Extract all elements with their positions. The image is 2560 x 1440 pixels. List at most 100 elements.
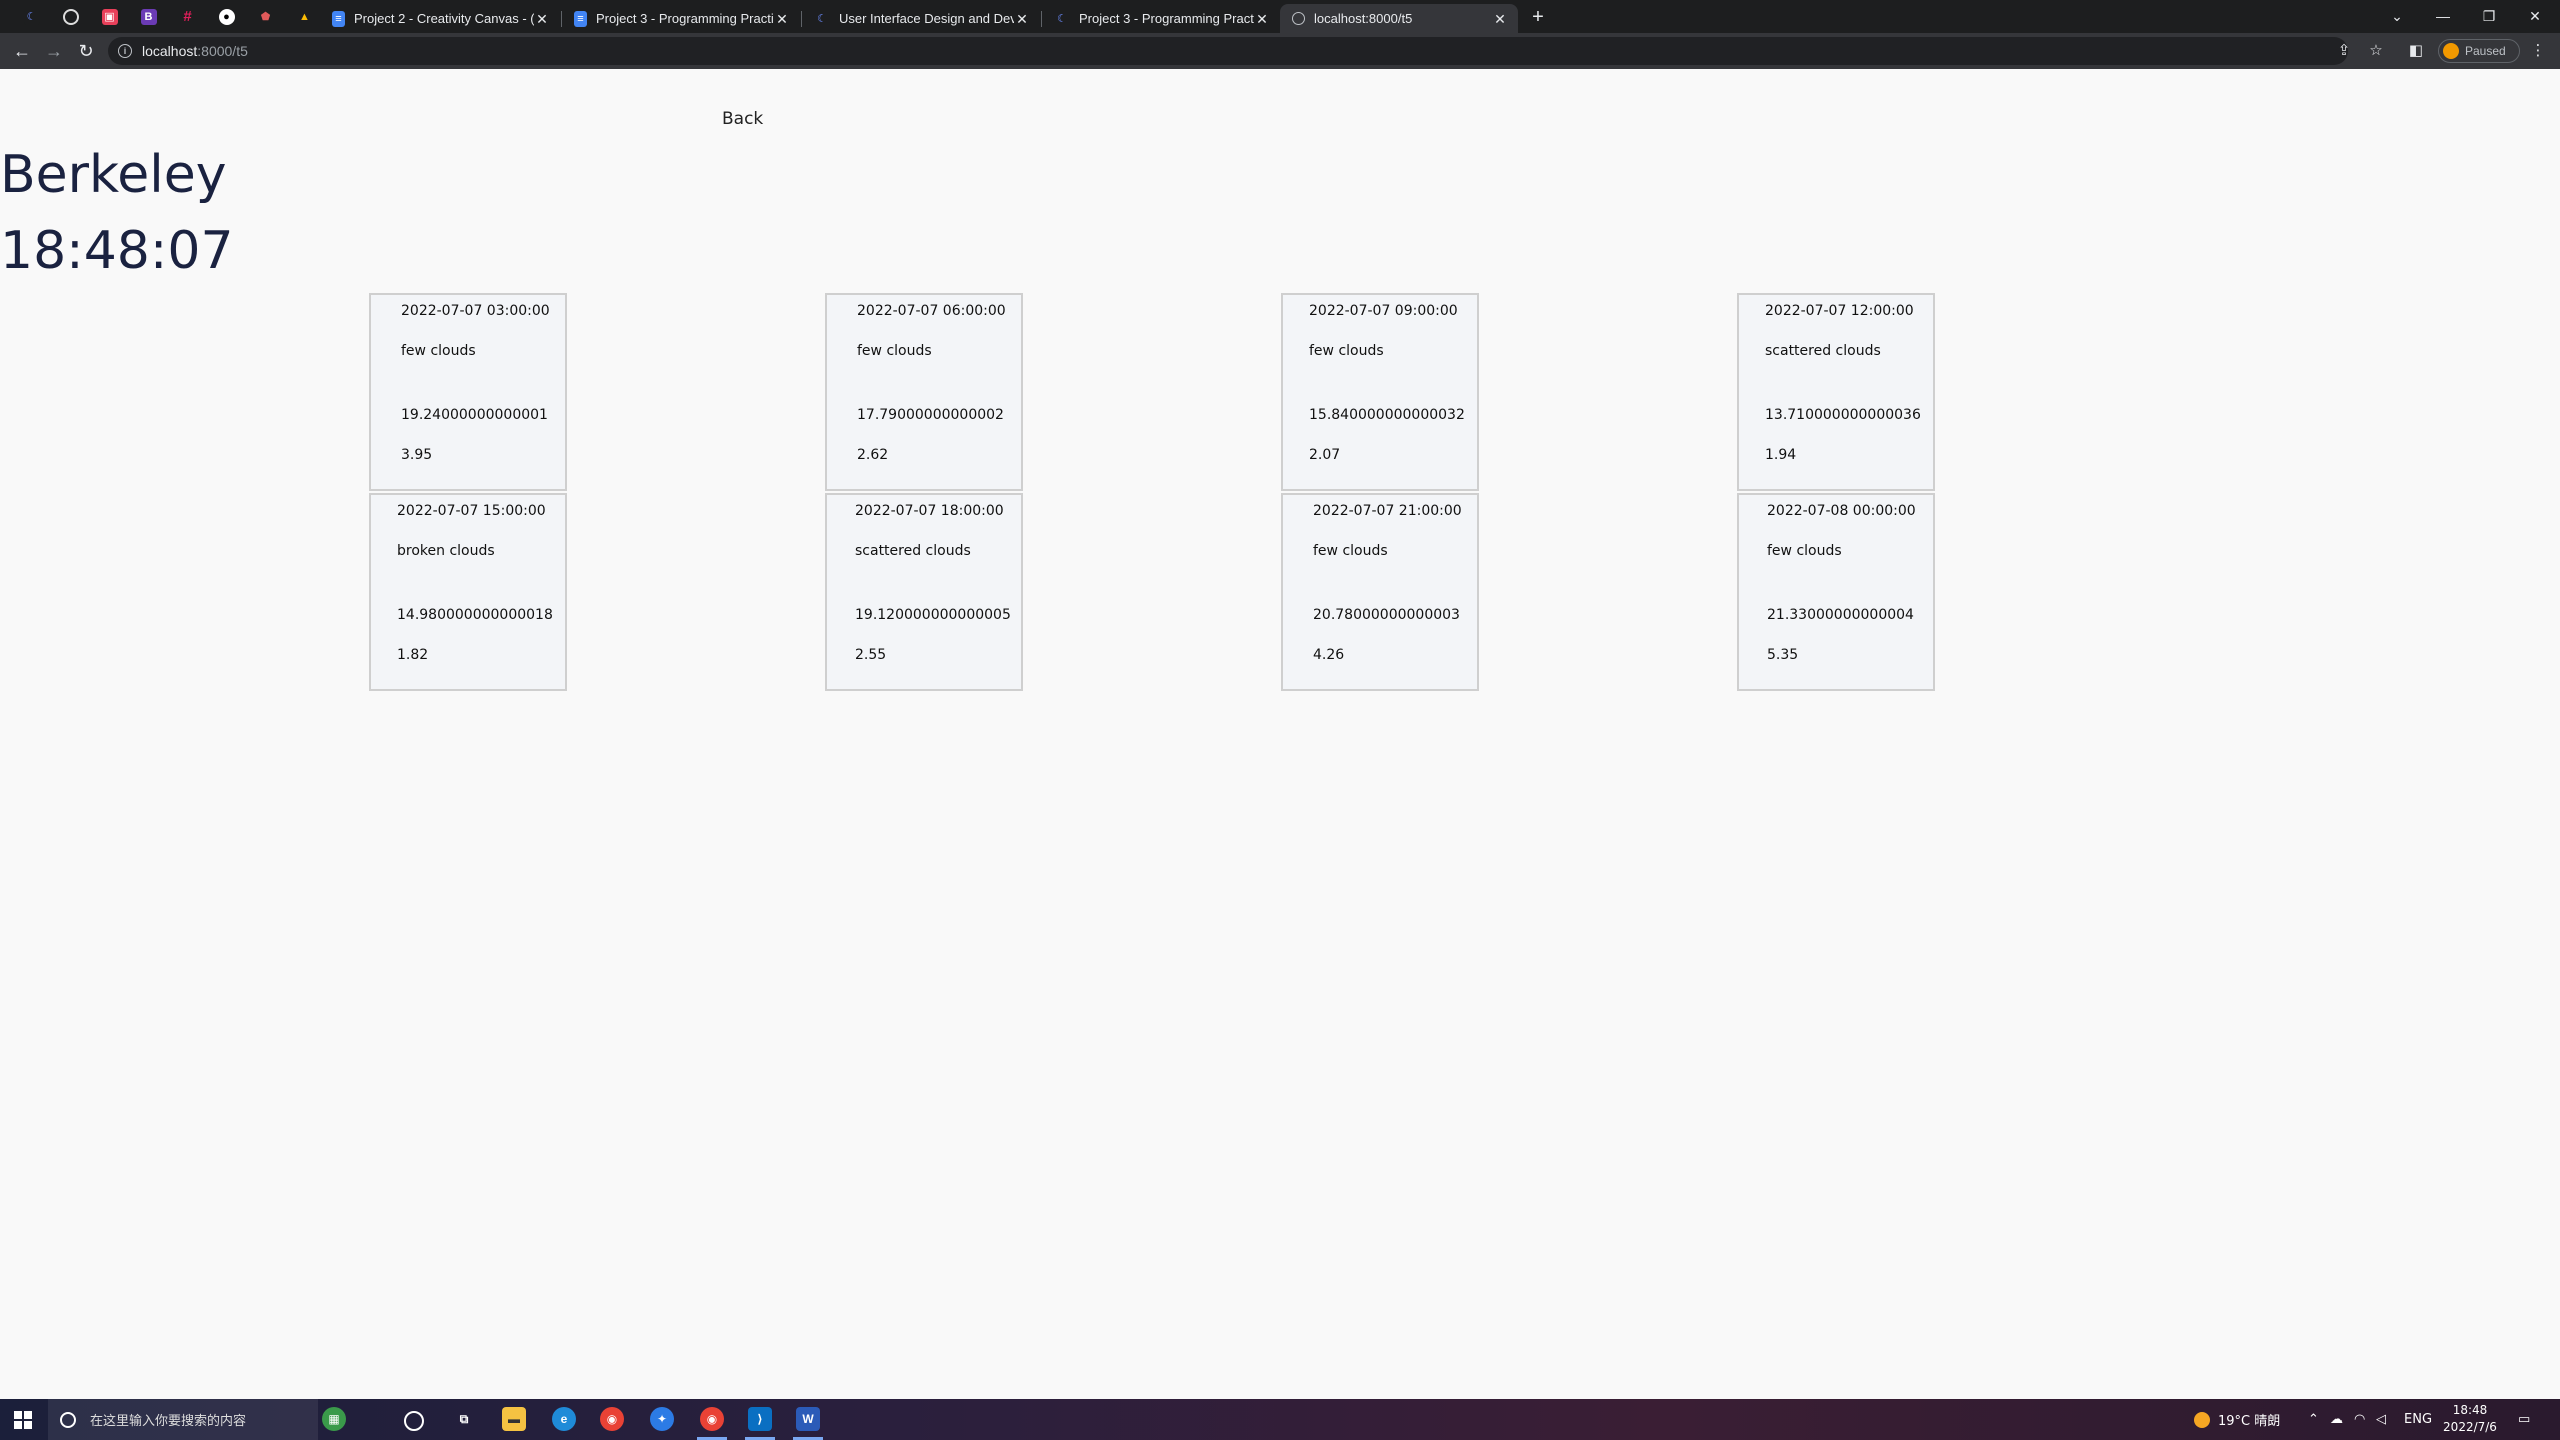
file-explorer-icon[interactable]: ▬ (502, 1407, 526, 1431)
forecast-datetime: 2022-07-07 15:00:00 (397, 503, 546, 519)
forecast-temperature: 20.78000000000003 (1313, 607, 1460, 623)
profile-button[interactable]: Paused (2438, 39, 2520, 63)
language-indicator[interactable]: ENG (2404, 1399, 2432, 1440)
page-content: Back Berkeley 18:48:07 2022-07-07 03:00:… (0, 69, 2560, 1399)
onedrive-icon[interactable]: ☁ (2330, 1399, 2343, 1440)
search-placeholder: 在这里输入你要搜索的内容 (90, 1414, 247, 1429)
browser-tab-strip: ☾ ▣ B # ● ⬟ ▲ ≡ Project 2 - Creativity C… (0, 0, 2560, 33)
forecast-wind: 5.35 (1767, 647, 1799, 663)
avatar (2443, 43, 2459, 59)
forecast-description: few clouds (1767, 543, 1842, 559)
taskbar-time: 18:48 (2452, 1403, 2488, 1417)
pinned-tab-2[interactable] (51, 0, 90, 33)
address-bar[interactable]: i localhost:8000/t5 (108, 37, 2348, 65)
share-icon[interactable]: ⇪ (2332, 39, 2356, 63)
forecast-temperature: 19.24000000000001 (401, 407, 548, 423)
bear-icon: ☾ (817, 13, 827, 25)
notification-icon[interactable]: ▭ (2518, 1399, 2530, 1440)
tab-project3-a[interactable]: ≡ Project 3 - Programming Practi ✕ (562, 4, 800, 33)
app-icon[interactable]: ✦ (650, 1407, 674, 1431)
close-icon[interactable]: ✕ (1492, 11, 1508, 27)
weather-widget-icon[interactable]: ▦ (322, 1407, 346, 1431)
back-arrow-icon[interactable]: ← (10, 39, 34, 63)
close-icon[interactable]: ✕ (534, 11, 550, 27)
pinned-tab-8[interactable]: ▲ (285, 0, 324, 33)
windows-start-icon[interactable] (14, 1411, 32, 1429)
url-path: :8000/t5 (197, 43, 248, 59)
reload-icon[interactable]: ↻ (74, 39, 98, 63)
close-icon[interactable]: ✕ (1014, 11, 1030, 27)
pinned-tab-1[interactable]: ☾ (12, 0, 51, 33)
taskbar-search-box[interactable]: 在这里输入你要搜索的内容 (48, 1399, 318, 1440)
close-window-button[interactable]: ✕ (2512, 0, 2558, 33)
volume-icon[interactable]: ◁ (2376, 1399, 2386, 1440)
drive-icon: ▲ (299, 10, 310, 23)
forecast-wind: 2.55 (855, 647, 887, 663)
forecast-card: 2022-07-07 18:00:00 scattered clouds 19.… (825, 493, 1023, 691)
pinned-tab-3[interactable]: ▣ (90, 0, 129, 33)
forecast-temperature: 21.33000000000004 (1767, 607, 1914, 623)
forecast-description: few clouds (1313, 543, 1388, 559)
chrome-icon[interactable]: ◉ (600, 1407, 624, 1431)
word-icon[interactable]: W (796, 1407, 820, 1431)
pinned-tab-7[interactable]: ⬟ (246, 0, 285, 33)
forward-arrow-icon[interactable]: → (42, 39, 66, 63)
tab-search-button[interactable]: ⌄ (2374, 0, 2420, 33)
wifi-icon[interactable]: ◠ (2354, 1399, 2365, 1440)
cortana-icon[interactable] (404, 1411, 424, 1431)
taskbar-date: 2022/7/6 (2443, 1420, 2497, 1434)
bear-icon: ☾ (23, 8, 40, 25)
minimize-button[interactable]: — (2420, 0, 2466, 33)
tab-project2[interactable]: ≡ Project 2 - Creativity Canvas - ( ✕ (320, 4, 560, 33)
menu-icon[interactable]: ⋮ (2526, 39, 2550, 63)
linkedin-icon: ⬟ (260, 11, 271, 23)
forecast-temperature: 19.120000000000005 (855, 607, 1011, 623)
forecast-description: few clouds (1309, 343, 1384, 359)
forecast-datetime: 2022-07-08 00:00:00 (1767, 503, 1916, 519)
github-icon: ● (218, 8, 235, 25)
app-icon: ▣ (101, 8, 118, 25)
weather-tray[interactable]: 19°C 晴朗 (2194, 1399, 2280, 1440)
task-view-icon[interactable]: ⧉ (452, 1407, 476, 1431)
forecast-card: 2022-07-07 21:00:00 few clouds 20.780000… (1281, 493, 1479, 691)
pinned-tab-5[interactable]: # (168, 0, 207, 33)
vscode-icon[interactable]: ⟩ (748, 1407, 772, 1431)
weather-text: 19°C 晴朗 (2218, 1414, 2281, 1429)
info-icon[interactable]: i (118, 44, 132, 58)
profile-status: Paused (2465, 44, 2506, 58)
pinned-tab-4[interactable]: B (129, 0, 168, 33)
pinned-tab-6[interactable]: ● (207, 0, 246, 33)
forecast-datetime: 2022-07-07 12:00:00 (1765, 303, 1914, 319)
b-icon: B (140, 8, 157, 25)
search-icon (60, 1411, 76, 1428)
new-tab-button[interactable]: + (1524, 6, 1552, 28)
url-text: localhost:8000/t5 (142, 43, 248, 59)
forecast-wind: 1.94 (1765, 447, 1797, 463)
side-panel-icon[interactable]: ◧ (2404, 39, 2428, 63)
tab-localhost[interactable]: localhost:8000/t5 ✕ (1280, 4, 1518, 33)
pinned-tabs: ☾ ▣ B # ● ⬟ ▲ (0, 0, 324, 33)
close-icon[interactable]: ✕ (1254, 11, 1270, 27)
sun-icon (2194, 1411, 2210, 1428)
back-link[interactable]: Back (722, 109, 763, 129)
star-icon[interactable]: ☆ (2364, 39, 2388, 63)
taskbar-clock[interactable]: 18:48 2022/7/6 (2440, 1402, 2500, 1436)
forecast-temperature: 17.79000000000002 (857, 407, 1004, 423)
chrome-icon[interactable]: ◉ (700, 1407, 724, 1431)
url-host: localhost (142, 43, 198, 59)
tab-ui-design[interactable]: ☾ User Interface Design and Dev ✕ (802, 4, 1040, 33)
forecast-datetime: 2022-07-07 09:00:00 (1309, 303, 1458, 319)
forecast-card: 2022-07-07 12:00:00 scattered clouds 13.… (1737, 293, 1935, 491)
tab-project3-b[interactable]: ☾ Project 3 - Programming Practi ✕ (1042, 4, 1280, 33)
restore-button[interactable]: ❐ (2466, 0, 2512, 33)
forecast-description: broken clouds (397, 543, 495, 559)
edge-icon[interactable]: e (552, 1407, 576, 1431)
forecast-description: few clouds (857, 343, 932, 359)
tab-title: localhost:8000/t5 (1314, 11, 1413, 26)
tray-chevron-icon[interactable]: ⌃ (2308, 1399, 2319, 1440)
forecast-temperature: 15.840000000000032 (1309, 407, 1465, 423)
forecast-temperature: 14.980000000000018 (397, 607, 553, 623)
close-icon[interactable]: ✕ (774, 11, 790, 27)
forecast-datetime: 2022-07-07 03:00:00 (401, 303, 550, 319)
forecast-card: 2022-07-07 03:00:00 few clouds 19.240000… (369, 293, 567, 491)
